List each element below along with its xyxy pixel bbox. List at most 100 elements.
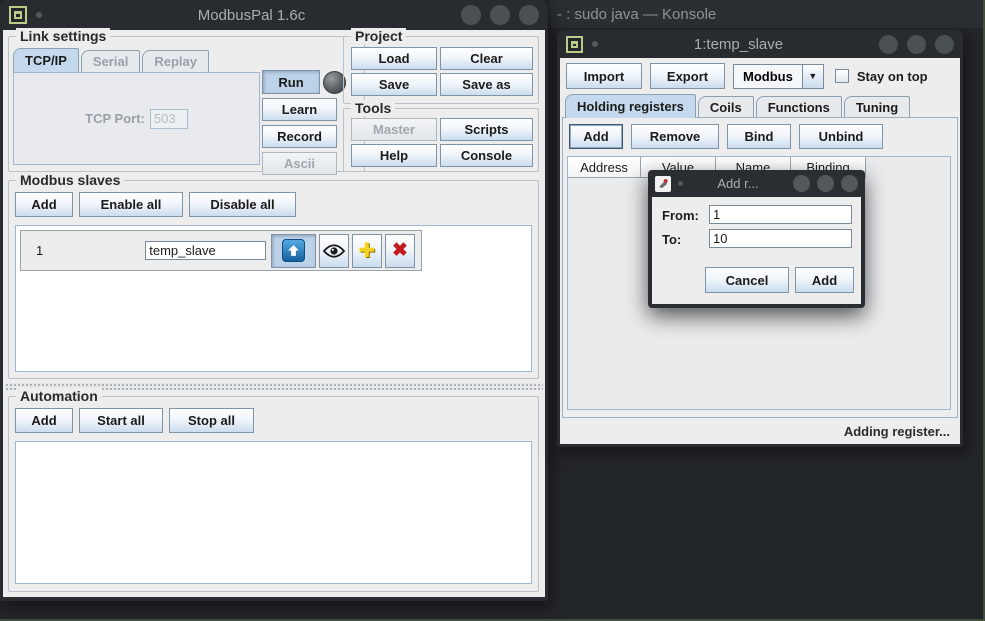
- menu-dot-icon: [592, 41, 598, 47]
- run-button[interactable]: Run: [262, 70, 320, 94]
- export-button[interactable]: Export: [650, 63, 725, 89]
- clear-button[interactable]: Clear: [440, 47, 533, 70]
- maximize-button[interactable]: [490, 5, 510, 25]
- column-header-filler: [866, 157, 950, 178]
- slave-row: 1 ✚ ✖: [20, 230, 422, 271]
- slave-id: 1: [36, 243, 43, 258]
- project-title: Project: [351, 28, 406, 44]
- java-app-icon: [655, 176, 671, 192]
- close-button[interactable]: [935, 35, 954, 54]
- plus-icon: ✚: [359, 238, 376, 263]
- stay-on-top-checkbox[interactable]: [835, 69, 849, 83]
- modbus-slaves-group: Modbus slaves Add Enable all Disable all…: [8, 180, 539, 379]
- combobox-value: Modbus: [734, 65, 802, 88]
- slave-add-button[interactable]: Add: [15, 192, 73, 217]
- automation-add-button[interactable]: Add: [15, 408, 73, 433]
- help-button[interactable]: Help: [351, 144, 437, 167]
- x-icon: ✖: [392, 239, 408, 262]
- tab-holding-registers[interactable]: Holding registers: [565, 94, 696, 118]
- dialog-add-button[interactable]: Add: [795, 267, 854, 293]
- mode-combobox[interactable]: Modbus ▼: [733, 64, 824, 89]
- tools-group: Tools Master Scripts Help Console: [343, 108, 539, 172]
- automation-group: Automation Add Start all Stop all: [8, 396, 539, 592]
- to-input[interactable]: [709, 229, 852, 248]
- window-title: ModbusPal 1.6c: [51, 7, 452, 24]
- register-add-button[interactable]: Add: [569, 124, 623, 149]
- close-button[interactable]: [841, 175, 858, 192]
- slave-enable-toggle[interactable]: [271, 234, 316, 268]
- link-settings-group: Link settings TCP/IP Serial Replay TCP P…: [8, 36, 365, 172]
- ascii-button[interactable]: Ascii: [262, 152, 337, 175]
- window-title: 1:temp_slave: [607, 36, 870, 53]
- app-icon: [566, 36, 583, 53]
- modbuspal-titlebar: ModbusPal 1.6c: [0, 0, 548, 30]
- minimize-button[interactable]: [793, 175, 810, 192]
- eye-icon: [322, 243, 346, 259]
- dialog-title: Add r...: [690, 176, 786, 191]
- load-button[interactable]: Load: [351, 47, 437, 70]
- modbuspal-body: Link settings TCP/IP Serial Replay TCP P…: [3, 30, 545, 597]
- status-text: Adding register...: [844, 424, 950, 439]
- disable-all-button[interactable]: Disable all: [189, 192, 296, 217]
- minimize-button[interactable]: [461, 5, 481, 25]
- console-button[interactable]: Console: [440, 144, 533, 167]
- from-label: From:: [662, 208, 699, 223]
- start-all-button[interactable]: Start all: [79, 408, 163, 433]
- import-button[interactable]: Import: [566, 63, 642, 89]
- tab-functions[interactable]: Functions: [756, 96, 842, 118]
- konsole-titlebar: - : sudo java — Konsole: [549, 0, 985, 28]
- dialog-cancel-button[interactable]: Cancel: [705, 267, 789, 293]
- link-tabs: TCP/IP Serial Replay: [13, 48, 211, 72]
- from-input[interactable]: [709, 205, 852, 224]
- maximize-button[interactable]: [817, 175, 834, 192]
- column-header-address[interactable]: Address: [568, 157, 641, 178]
- enable-all-button[interactable]: Enable all: [79, 192, 183, 217]
- slave-delete-button[interactable]: ✖: [385, 234, 415, 268]
- app-icon: [9, 6, 27, 24]
- tools-title: Tools: [351, 100, 395, 116]
- add-registers-dialog: Add r... From: To: Cancel Add: [648, 170, 865, 308]
- register-bind-button[interactable]: Bind: [727, 124, 791, 149]
- automation-list: [15, 441, 532, 584]
- konsole-title: - : sudo java — Konsole: [557, 6, 716, 23]
- tab-serial[interactable]: Serial: [81, 50, 140, 72]
- save-button[interactable]: Save: [351, 73, 437, 96]
- tcp-port-label: TCP Port:: [85, 111, 145, 126]
- stop-all-button[interactable]: Stop all: [169, 408, 254, 433]
- automation-title: Automation: [16, 388, 102, 404]
- tab-tuning[interactable]: Tuning: [844, 96, 910, 118]
- modbus-slaves-title: Modbus slaves: [16, 172, 124, 188]
- chevron-down-icon: ▼: [802, 65, 823, 88]
- save-as-button[interactable]: Save as: [440, 73, 533, 96]
- stay-on-top-label: Stay on top: [857, 69, 928, 84]
- slave-view-button[interactable]: [319, 234, 349, 268]
- modbuspal-window: ModbusPal 1.6c Link settings TCP/IP Seri…: [0, 0, 548, 601]
- menu-dot-icon: [36, 12, 42, 18]
- tab-replay[interactable]: Replay: [142, 50, 209, 72]
- up-arrow-icon: [282, 239, 305, 262]
- slave-list: 1 ✚ ✖: [15, 225, 532, 372]
- register-unbind-button[interactable]: Unbind: [799, 124, 883, 149]
- slave-toolbar: Import Export Modbus ▼ Stay on top: [566, 63, 928, 89]
- scripts-button[interactable]: Scripts: [440, 118, 533, 141]
- tab-coils[interactable]: Coils: [698, 96, 754, 118]
- tcp-port-input[interactable]: [150, 109, 188, 129]
- slave-add-registers-button[interactable]: ✚: [352, 234, 382, 268]
- master-button[interactable]: Master: [351, 118, 437, 141]
- record-button[interactable]: Record: [262, 125, 337, 148]
- slave-name-input[interactable]: [145, 241, 266, 260]
- register-remove-button[interactable]: Remove: [631, 124, 719, 149]
- project-group: Project Load Clear Save Save as: [343, 36, 539, 104]
- status-bar: Adding register...: [560, 419, 960, 444]
- tab-tcpip[interactable]: TCP/IP: [13, 48, 79, 72]
- tcpip-panel: TCP Port:: [13, 72, 260, 165]
- to-label: To:: [662, 232, 681, 247]
- maximize-button[interactable]: [907, 35, 926, 54]
- minimize-button[interactable]: [879, 35, 898, 54]
- close-button[interactable]: [519, 5, 539, 25]
- menu-dot-icon: [678, 181, 683, 186]
- slave-titlebar: 1:temp_slave: [557, 30, 963, 58]
- learn-button[interactable]: Learn: [262, 98, 337, 121]
- slave-tabs: Holding registers Coils Functions Tuning: [565, 94, 912, 118]
- link-settings-title: Link settings: [16, 28, 110, 44]
